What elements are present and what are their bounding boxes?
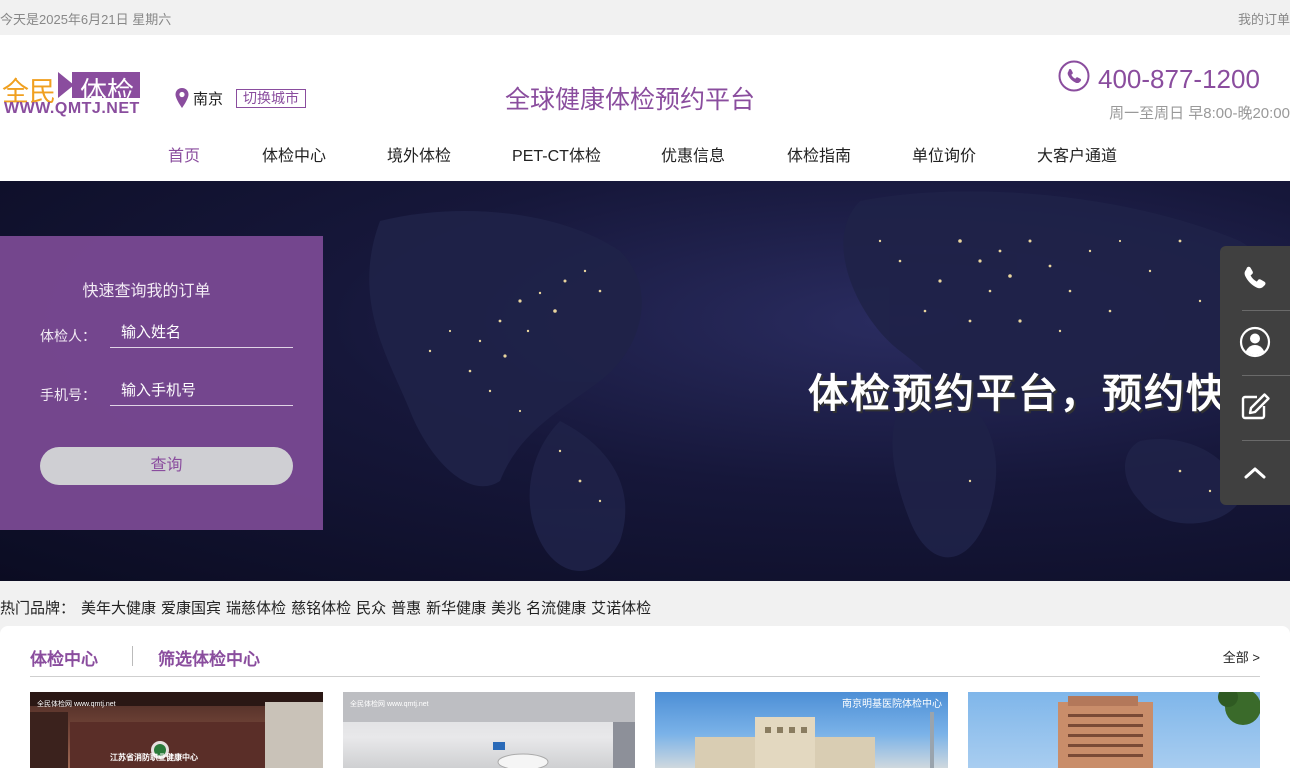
card-sign-text: 江苏省消防职业健康中心 — [110, 753, 198, 762]
sidebar-edit-button[interactable] — [1220, 375, 1290, 439]
my-orders-link[interactable]: 我的订单 — [1238, 9, 1290, 28]
current-date: 今天是2025年6月21日 星期六 — [0, 12, 172, 27]
center-card[interactable] — [968, 692, 1260, 768]
center-card[interactable]: 全民体检网 www.qmtj.net 江苏省消防职业健康中心 — [30, 692, 323, 768]
brand-link[interactable]: 艾诺体检 — [591, 597, 651, 618]
logo-url: WWW.QMTJ.NET — [4, 100, 140, 117]
hotline-number: 400-877-1200 — [1098, 64, 1260, 94]
main-nav: 首页 体检中心 境外体检 PET-CT体检 优惠信息 体检指南 单位询价 大客户… — [140, 140, 1117, 166]
nav-pet-ct[interactable]: PET-CT体检 — [512, 140, 601, 166]
phone-input[interactable] — [110, 376, 293, 406]
brand-link[interactable]: 新华健康 — [426, 597, 486, 618]
card-caption: 南京明基医院体检中心 — [842, 699, 942, 710]
nav-overseas-checkup[interactable]: 境外体检 — [387, 140, 451, 166]
section-divider — [30, 676, 1260, 677]
query-button[interactable]: 查询 — [40, 447, 293, 485]
view-all-link[interactable]: 全部 > — [1223, 647, 1260, 666]
city-selector: 南京 切换城市 — [175, 86, 307, 110]
card-watermark: 全民体检网 www.qmtj.net — [37, 701, 116, 708]
floating-sidebar — [1220, 246, 1290, 505]
brand-link[interactable]: 名流健康 — [526, 597, 586, 618]
card-watermark: 全民体检网 www.qmtj.net — [350, 701, 429, 708]
phone-circle-icon — [1058, 60, 1090, 92]
current-city: 南京 — [193, 90, 224, 108]
hot-brands-label: 热门品牌： — [0, 600, 76, 617]
nav-company-quote[interactable]: 单位询价 — [912, 140, 976, 166]
center-photo — [1058, 692, 1260, 768]
site-logo[interactable]: 全民 体检 WWW.QMTJ.NET — [0, 70, 140, 120]
nav-checkup-centers[interactable]: 体检中心 — [262, 140, 326, 166]
phone-label: 手机号： — [40, 387, 96, 403]
sidebar-phone-button[interactable] — [1220, 246, 1290, 310]
brand-link[interactable]: 爱康国宾 — [161, 597, 221, 618]
banner-headline: 体检预约平台，预约快 — [808, 372, 1228, 416]
top-bar: 今天是2025年6月21日 星期六 我的订单 — [0, 0, 1290, 35]
chevron-up-icon — [1244, 467, 1266, 479]
filter-centers-link[interactable]: 筛选体检中心 — [158, 645, 260, 670]
brand-link[interactable]: 瑞慈体检 — [226, 597, 286, 618]
phone-icon — [1244, 266, 1266, 289]
switch-city-button[interactable]: 切换城市 — [236, 88, 307, 108]
title-divider — [132, 646, 133, 666]
nav-home[interactable]: 首页 — [168, 140, 200, 166]
brand-link[interactable]: 美兆 — [491, 597, 521, 618]
nav-promotions[interactable]: 优惠信息 — [661, 140, 725, 166]
nav-enterprise-channel[interactable]: 大客户通道 — [1037, 140, 1117, 166]
name-input[interactable] — [110, 318, 293, 348]
service-hours: 周一至周日 早8:00-晚20:00 — [1109, 105, 1290, 122]
site-slogan: 全球健康体检预约平台 — [505, 86, 756, 114]
back-to-top-button[interactable] — [1220, 441, 1290, 505]
brand-link[interactable]: 慈铭体检 — [291, 597, 351, 618]
center-card[interactable]: 全民体检网 www.qmtj.net — [343, 692, 635, 768]
center-card[interactable]: 南京明基医院体检中心 — [655, 692, 948, 768]
name-label: 体检人： — [40, 328, 96, 344]
order-query-panel: 快速查询我的订单 体检人： 手机号： 查询 — [0, 236, 323, 530]
edit-icon — [1241, 393, 1270, 420]
sidebar-user-button[interactable] — [1220, 310, 1290, 374]
order-query-title: 快速查询我的订单 — [82, 283, 211, 300]
brand-link[interactable]: 普惠 — [391, 597, 421, 618]
location-pin-icon — [175, 88, 189, 108]
brand-link[interactable]: 民众 — [356, 597, 386, 618]
contact-phone: 400-877-1200 周一至周日 早8:00-晚20:00 — [1050, 60, 1290, 126]
centers-section-title: 体检中心 — [30, 650, 98, 669]
hot-brands-bar: 热门品牌： 美年大健康 爱康国宾 瑞慈体检 慈铭体检 民众 普惠 新华健康 美兆… — [0, 597, 656, 618]
nav-checkup-guide[interactable]: 体检指南 — [787, 140, 851, 166]
user-icon — [1239, 326, 1271, 358]
brand-link[interactable]: 美年大健康 — [81, 597, 156, 618]
